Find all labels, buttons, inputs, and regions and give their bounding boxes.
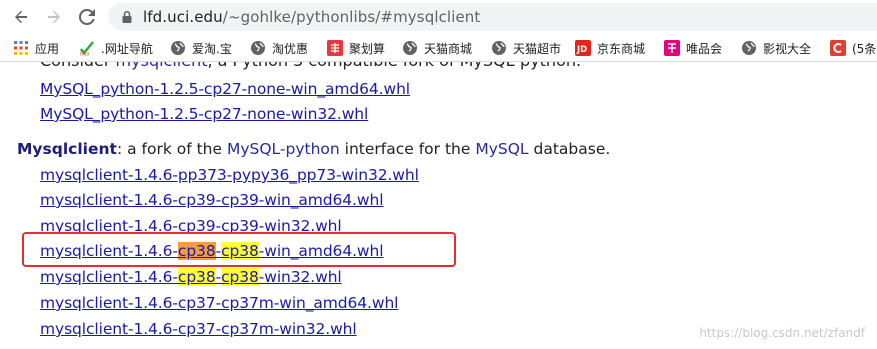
bookmark-label: 影视大全 — [763, 41, 812, 56]
bookmark-tmall-supermarket[interactable]: 天猫超市 — [491, 38, 561, 58]
heading-text: : a fork of the — [116, 140, 227, 158]
link-text-part: -win32.whl — [258, 268, 342, 286]
download-link-mysqlclient-cp37-win-amd64[interactable]: mysqlclient-1.4.6-cp37-cp37m-win_amd64.w… — [40, 294, 399, 312]
download-link-mysql-python-win-amd64[interactable]: MySQL_python-1.2.5-cp27-none-win_amd64.w… — [40, 80, 410, 98]
globe-icon — [741, 40, 757, 56]
bookmark-jd[interactable]: JD 京东商城 — [575, 38, 645, 58]
bookmark-apps[interactable]: 应用 — [13, 38, 59, 58]
lock-icon — [122, 10, 132, 23]
vip-icon — [664, 40, 680, 56]
arrow-right-icon — [48, 10, 60, 24]
page-content: Consider mysqlclient, a Python 3 compati… — [0, 62, 877, 349]
back-button[interactable] — [9, 5, 33, 29]
bookmark-label: 爱淘.宝 — [192, 41, 232, 56]
bookmark-aitaobao[interactable]: 爱淘.宝 — [170, 38, 232, 58]
apps-grid-icon — [13, 40, 29, 56]
arrow-left-icon — [15, 10, 27, 24]
bookmark-juhuasuan[interactable]: 聚划算 — [327, 38, 385, 58]
globe-icon — [491, 40, 507, 56]
package-name: Mysqlclient — [17, 140, 117, 158]
download-link-mysql-python-win32[interactable]: MySQL_python-1.2.5-cp27-none-win32.whl — [40, 105, 368, 123]
reload-icon — [79, 9, 95, 25]
bookmark-vip[interactable]: 唯品会 — [664, 38, 722, 58]
address-bar[interactable]: lfd.uci.edu/~gohlke/pythonlibs/#mysqlcli… — [108, 3, 877, 31]
link-text-part: mysqlclient-1.4.6- — [40, 268, 178, 286]
juhuasuan-icon — [327, 40, 343, 56]
bookmark-label: 天猫商城 — [424, 41, 473, 56]
heading-text: interface for the — [339, 140, 476, 158]
section-heading-mysqlclient: Mysqlclient: a fork of the MySQL-python … — [17, 140, 610, 158]
heading-text: database. — [528, 140, 611, 158]
intro-text-part: , a Python 3 compatible fork of MySQL-py… — [207, 62, 581, 70]
hao123-icon: hao — [79, 40, 95, 56]
bookmark-label: 京东商城 — [597, 41, 646, 56]
bookmark-taoyouhui[interactable]: 淘优惠 — [250, 38, 308, 58]
bookmark-label: 应用 — [35, 41, 60, 56]
browser-toolbar: lfd.uci.edu/~gohlke/pythonlibs/#mysqlcli… — [0, 0, 877, 33]
intro-text: Consider mysqlclient, a Python 3 compati… — [40, 62, 581, 70]
globe-icon — [402, 40, 418, 56]
c-logo-icon — [830, 40, 846, 56]
svg-text:hao: hao — [80, 52, 89, 57]
bookmark-hao123[interactable]: hao .网址导航 — [79, 38, 153, 58]
bookmarks-bar: 应用 hao .网址导航 爱淘.宝 淘优惠 聚划算 天猫商城 天猫超市 JD 京… — [0, 33, 877, 62]
download-link-mysqlclient-cp38-win32[interactable]: mysqlclient-1.4.6-cp38-cp38-win32.whl — [40, 268, 342, 286]
intro-keyword: mysqlclient — [116, 62, 208, 70]
intro-text-part: Consider — [40, 62, 116, 70]
svg-text:JD: JD — [576, 45, 587, 55]
bookmark-label: 天猫超市 — [513, 41, 562, 56]
download-link-mysqlclient-pp373-win32[interactable]: mysqlclient-1.4.6-pp373-pypy36_pp73-win3… — [40, 166, 419, 184]
bookmark-label: (5条 — [852, 41, 877, 56]
forward-button[interactable] — [42, 5, 66, 29]
bookmark-label: .网址导航 — [101, 41, 153, 56]
bookmark-tmall[interactable]: 天猫商城 — [402, 38, 472, 58]
bookmark-label: 淘优惠 — [272, 41, 309, 56]
globe-icon — [250, 40, 266, 56]
heading-keyword: MySQL-python — [226, 140, 340, 158]
watermark: https://blog.csdn.net/zfandf — [699, 326, 865, 340]
url-host: lfd.uci.edu — [143, 8, 223, 26]
bookmark-yingshi[interactable]: 影视大全 — [741, 38, 811, 58]
heading-keyword: MySQL — [475, 140, 529, 158]
reload-button[interactable] — [75, 5, 99, 29]
jd-icon: JD — [575, 40, 591, 56]
bookmark-label: 唯品会 — [686, 41, 723, 56]
annotation-highlight-box — [22, 232, 456, 267]
download-link-mysqlclient-cp37-win32[interactable]: mysqlclient-1.4.6-cp37-cp37m-win32.whl — [40, 320, 357, 338]
bookmark-c[interactable]: (5条 — [830, 38, 876, 58]
search-highlight: cp38 — [221, 268, 259, 286]
globe-icon — [170, 40, 186, 56]
search-highlight: cp38 — [177, 268, 216, 286]
bookmark-label: 聚划算 — [349, 41, 386, 56]
url-path: /~gohlke/pythonlibs/#mysqlclient — [222, 8, 481, 26]
download-link-mysqlclient-cp39-win-amd64[interactable]: mysqlclient-1.4.6-cp39-cp39-win_amd64.wh… — [40, 191, 384, 209]
url-text: lfd.uci.edu/~gohlke/pythonlibs/#mysqlcli… — [143, 8, 480, 26]
